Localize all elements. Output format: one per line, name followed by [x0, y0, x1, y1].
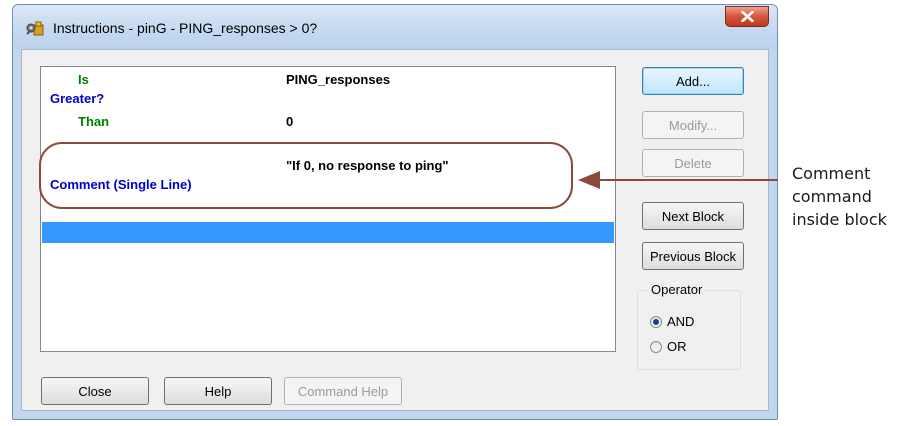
dialog-client-area: Is PING_responses Greater? Than 0 "If 0,… [21, 49, 769, 411]
instructions-dialog: Instructions - pinG - PING_responses > 0… [12, 4, 778, 420]
command-help-button[interactable]: Command Help [284, 377, 402, 405]
modify-button[interactable]: Modify... [642, 111, 744, 139]
operator-group: Operator AND OR [637, 282, 741, 370]
help-button[interactable]: Help [164, 377, 272, 405]
callout-text: Comment command inside block [792, 162, 902, 231]
selected-row[interactable] [42, 222, 614, 243]
row-value-ping-responses: PING_responses [286, 72, 391, 87]
operator-or-radio[interactable]: OR [650, 339, 687, 354]
operator-or-label: OR [667, 339, 687, 354]
delete-button[interactable]: Delete [642, 149, 744, 177]
row-keyword-is: Is [78, 72, 89, 87]
callout-line-3: inside block [792, 210, 887, 229]
window-close-button[interactable] [725, 6, 769, 27]
instruction-list[interactable]: Is PING_responses Greater? Than 0 "If 0,… [40, 66, 616, 352]
tools-icon [25, 19, 45, 37]
callout-line-1: Comment [792, 164, 871, 183]
window-title: Instructions - pinG - PING_responses > 0… [53, 20, 318, 36]
next-block-button[interactable]: Next Block [642, 202, 744, 230]
row-value-zero: 0 [286, 114, 294, 129]
operator-and-label: AND [667, 314, 695, 329]
close-x-icon [741, 11, 754, 22]
row-keyword-comment: Comment (Single Line) [50, 177, 192, 192]
previous-block-button[interactable]: Previous Block [642, 242, 744, 270]
row-keyword-than: Than [78, 114, 110, 129]
close-button[interactable]: Close [41, 377, 149, 405]
row-keyword-greater: Greater? [50, 91, 105, 106]
add-button[interactable]: Add... [642, 67, 744, 95]
row-value-comment-text: "If 0, no response to ping" [286, 158, 449, 173]
operator-label: Operator [648, 282, 706, 297]
title-bar[interactable]: Instructions - pinG - PING_responses > 0… [13, 5, 777, 49]
callout-line-2: command [792, 187, 872, 206]
radio-selected-icon [650, 315, 662, 328]
operator-and-radio[interactable]: AND [650, 314, 694, 329]
radio-unselected-icon [650, 340, 662, 353]
